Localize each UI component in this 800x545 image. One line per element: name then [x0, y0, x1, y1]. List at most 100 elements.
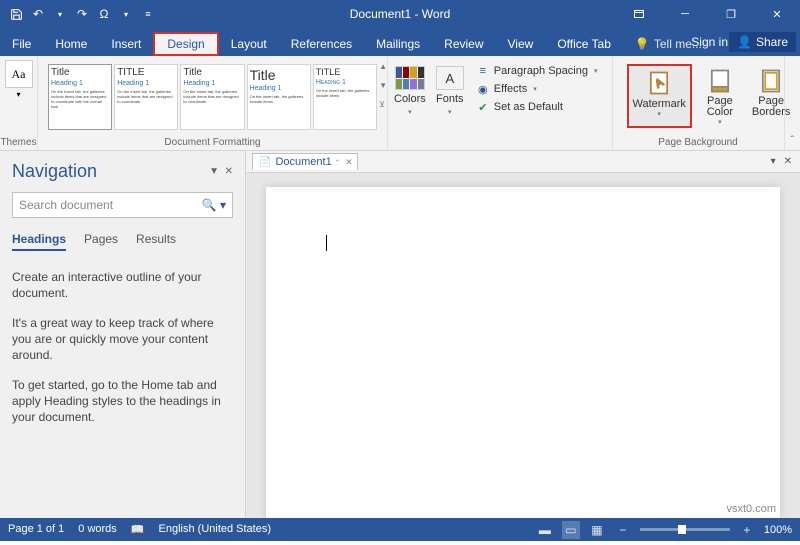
- document-tab[interactable]: 📄 Document1 * ✕: [252, 153, 358, 170]
- fonts-label: Fonts: [436, 93, 464, 105]
- ribbon-display-icon[interactable]: [616, 0, 662, 28]
- style-set-item[interactable]: TitleHeading 1On the Insert tab, the gal…: [180, 64, 244, 130]
- style-set-item[interactable]: TitleHeading 1On the Insert tab, the gal…: [247, 64, 311, 130]
- style-set-item[interactable]: TitleHeading 1On the Insert tab, the gal…: [48, 64, 112, 130]
- tab-menu-icon[interactable]: ▾: [771, 156, 776, 167]
- print-layout-icon[interactable]: ▭: [562, 521, 580, 539]
- page-borders-icon: [755, 66, 787, 96]
- text-cursor: [326, 235, 327, 251]
- zoom-in-icon[interactable]: +: [738, 521, 756, 539]
- minimize-button[interactable]: ─: [662, 0, 708, 28]
- page-count[interactable]: Page 1 of 1: [8, 523, 64, 536]
- redo-icon[interactable]: ↷: [72, 4, 92, 24]
- document-area: 📄 Document1 * ✕ ▾ ✕: [246, 151, 800, 518]
- read-mode-icon[interactable]: ▬: [536, 521, 554, 539]
- style-set-item[interactable]: TITLEHeading 1On the Insert tab, the gal…: [114, 64, 178, 130]
- zoom-out-icon[interactable]: −: [614, 521, 632, 539]
- fonts-button[interactable]: A Fonts ▾: [436, 66, 464, 116]
- chevron-down-icon[interactable]: ▾: [116, 4, 136, 24]
- close-button[interactable]: ✕: [754, 0, 800, 28]
- tab-office-tab[interactable]: Office Tab: [545, 32, 623, 56]
- set-default-button[interactable]: ✔Set as Default: [476, 100, 598, 114]
- page-color-button[interactable]: Page Color ▾: [700, 64, 740, 128]
- check-icon: ✔: [476, 100, 490, 114]
- tab-layout[interactable]: Layout: [219, 32, 279, 56]
- restore-button[interactable]: ❐: [708, 0, 754, 28]
- nav-dropdown-icon[interactable]: ▼: [209, 166, 219, 177]
- nav-close-icon[interactable]: ✕: [225, 166, 233, 177]
- collapse-ribbon-icon[interactable]: ˆ: [791, 135, 794, 146]
- page-color-icon: [704, 66, 736, 96]
- themes-label: Themes: [0, 137, 36, 148]
- document-page[interactable]: [266, 187, 780, 518]
- colors-label: Colors: [394, 93, 426, 105]
- share-label: Share: [756, 35, 788, 49]
- page-background-label: Page Background: [658, 137, 738, 148]
- tab-design[interactable]: Design: [153, 32, 218, 56]
- ribbon: Aa ▾ Themes TitleHeading 1On the Insert …: [0, 56, 800, 151]
- save-icon[interactable]: [6, 4, 26, 24]
- watermark-icon: A: [643, 68, 675, 98]
- nav-tab-results[interactable]: Results: [136, 232, 176, 251]
- word-doc-icon: 📄: [259, 157, 271, 168]
- spacing-icon: ≡: [476, 64, 490, 78]
- effects-button[interactable]: ◉Effects▾: [476, 82, 598, 96]
- colors-button[interactable]: Colors ▾: [394, 66, 426, 116]
- themes-button[interactable]: Aa: [5, 60, 33, 88]
- page-container: [246, 173, 800, 518]
- gallery-up-icon[interactable]: ▲: [379, 62, 387, 71]
- tab-home[interactable]: Home: [43, 32, 99, 56]
- nav-tab-pages[interactable]: Pages: [84, 232, 118, 251]
- tab-review[interactable]: Review: [432, 32, 495, 56]
- word-count[interactable]: 0 words: [78, 523, 117, 536]
- tab-file[interactable]: File: [0, 32, 43, 56]
- navigation-title: Navigation: [12, 161, 97, 182]
- page-borders-label: Page Borders: [752, 96, 791, 118]
- zoom-level[interactable]: 100%: [764, 524, 792, 536]
- style-set-item[interactable]: TITLEHeading 1On the Insert tab, the gal…: [313, 64, 377, 130]
- tab-insert[interactable]: Insert: [99, 32, 153, 56]
- nav-body: Create an interactive outline of your do…: [12, 269, 233, 425]
- tab-view[interactable]: View: [496, 32, 546, 56]
- zoom-thumb[interactable]: [678, 525, 686, 534]
- nav-text: To get started, go to the Home tab and a…: [12, 377, 233, 425]
- navigation-pane: Navigation ▼ ✕ Search document 🔍 ▾ Headi…: [0, 151, 246, 518]
- omega-icon[interactable]: Ω: [94, 4, 114, 24]
- window-controls: ─ ❐ ✕: [616, 0, 800, 28]
- paragraph-spacing-button[interactable]: ≡Paragraph Spacing▾: [476, 64, 598, 78]
- nav-tabs: Headings Pages Results: [12, 232, 233, 251]
- nav-text: It's a great way to keep track of where …: [12, 315, 233, 363]
- fonts-icon: A: [436, 66, 464, 90]
- tab-mailings[interactable]: Mailings: [364, 32, 432, 56]
- zoom-slider[interactable]: [640, 528, 730, 531]
- nav-tab-headings[interactable]: Headings: [12, 232, 66, 251]
- workspace: Navigation ▼ ✕ Search document 🔍 ▾ Headi…: [0, 151, 800, 518]
- style-set-gallery[interactable]: TitleHeading 1On the Insert tab, the gal…: [44, 60, 381, 134]
- effects-icon: ◉: [476, 82, 490, 96]
- share-button[interactable]: 👤 Share: [729, 32, 796, 52]
- watermark-button[interactable]: A Watermark ▾: [627, 64, 692, 128]
- spellcheck-icon[interactable]: 📖: [131, 523, 145, 536]
- sign-in-link[interactable]: Sign in: [691, 35, 728, 49]
- document-tabs: 📄 Document1 * ✕ ▾ ✕: [246, 151, 800, 173]
- tab-close-icon[interactable]: ✕: [345, 157, 353, 168]
- search-icon[interactable]: 🔍 ▾: [202, 198, 226, 212]
- undo-icon[interactable]: ↶: [28, 4, 48, 24]
- gallery-down-icon[interactable]: ▼: [379, 81, 387, 90]
- watermark-label: Watermark: [633, 98, 686, 110]
- tab-references[interactable]: References: [279, 32, 364, 56]
- web-layout-icon[interactable]: ▦: [588, 521, 606, 539]
- qat-customize-icon[interactable]: ≡: [138, 4, 158, 24]
- brand-watermark: vsxt0.com: [726, 503, 776, 515]
- lightbulb-icon: 💡: [635, 37, 650, 51]
- search-input[interactable]: Search document 🔍 ▾: [12, 192, 233, 218]
- gallery-more-icon[interactable]: ⊻: [379, 100, 387, 109]
- language-status[interactable]: English (United States): [159, 523, 272, 536]
- chevron-down-icon[interactable]: ▾: [50, 4, 70, 24]
- title-bar: ↶ ▾ ↷ Ω ▾ ≡ Document1 - Word ─ ❐ ✕: [0, 0, 800, 28]
- page-borders-button[interactable]: Page Borders: [748, 64, 795, 128]
- tab-close-all-icon[interactable]: ✕: [784, 156, 792, 167]
- colors-icon: [395, 66, 425, 90]
- person-icon: 👤: [737, 35, 752, 49]
- ribbon-tabs: File Home Insert Design Layout Reference…: [0, 28, 800, 56]
